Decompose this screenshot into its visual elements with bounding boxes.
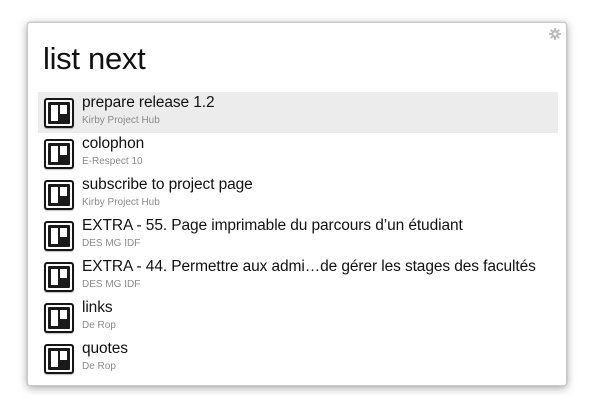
search-input[interactable] [43,39,523,79]
result-row[interactable]: subscribe to project page Kirby Project … [38,174,558,215]
result-title: prepare release 1.2 [82,94,215,111]
kanban-board-icon [44,98,74,128]
kanban-board-icon [44,221,74,251]
result-title: quotes [82,340,128,357]
result-row[interactable]: quotes De Rop [38,338,558,379]
result-subtitle: Kirby Project Hub [82,115,160,126]
kanban-board-icon [44,139,74,169]
result-title: links [82,299,113,316]
launcher-window: prepare release 1.2 Kirby Project Hub co… [27,22,567,386]
result-subtitle: DES MG IDF [82,238,141,249]
kanban-board-icon [44,262,74,292]
result-row[interactable]: colophon E-Respect 10 [38,133,558,174]
result-subtitle: Kirby Project Hub [82,197,160,208]
gear-icon[interactable] [549,27,561,40]
result-subtitle: De Rop [82,320,116,331]
result-title: EXTRA - 55. Page imprimable du parcours … [82,217,463,234]
result-row[interactable]: prepare release 1.2 Kirby Project Hub [38,92,558,133]
result-subtitle: E-Respect 10 [82,156,143,167]
kanban-board-icon [44,180,74,210]
result-row[interactable]: EXTRA - 44. Permettre aux admi…de gérer … [38,256,558,297]
kanban-board-icon [44,303,74,333]
result-title: EXTRA - 44. Permettre aux admi…de gérer … [82,258,536,275]
kanban-board-icon [44,344,74,374]
result-subtitle: DES MG IDF [82,279,141,290]
result-title: subscribe to project page [82,176,253,193]
results-list: prepare release 1.2 Kirby Project Hub co… [38,92,558,379]
result-title: colophon [82,135,145,152]
result-row[interactable]: EXTRA - 55. Page imprimable du parcours … [38,215,558,256]
result-subtitle: De Rop [82,361,116,372]
result-row[interactable]: links De Rop [38,297,558,338]
